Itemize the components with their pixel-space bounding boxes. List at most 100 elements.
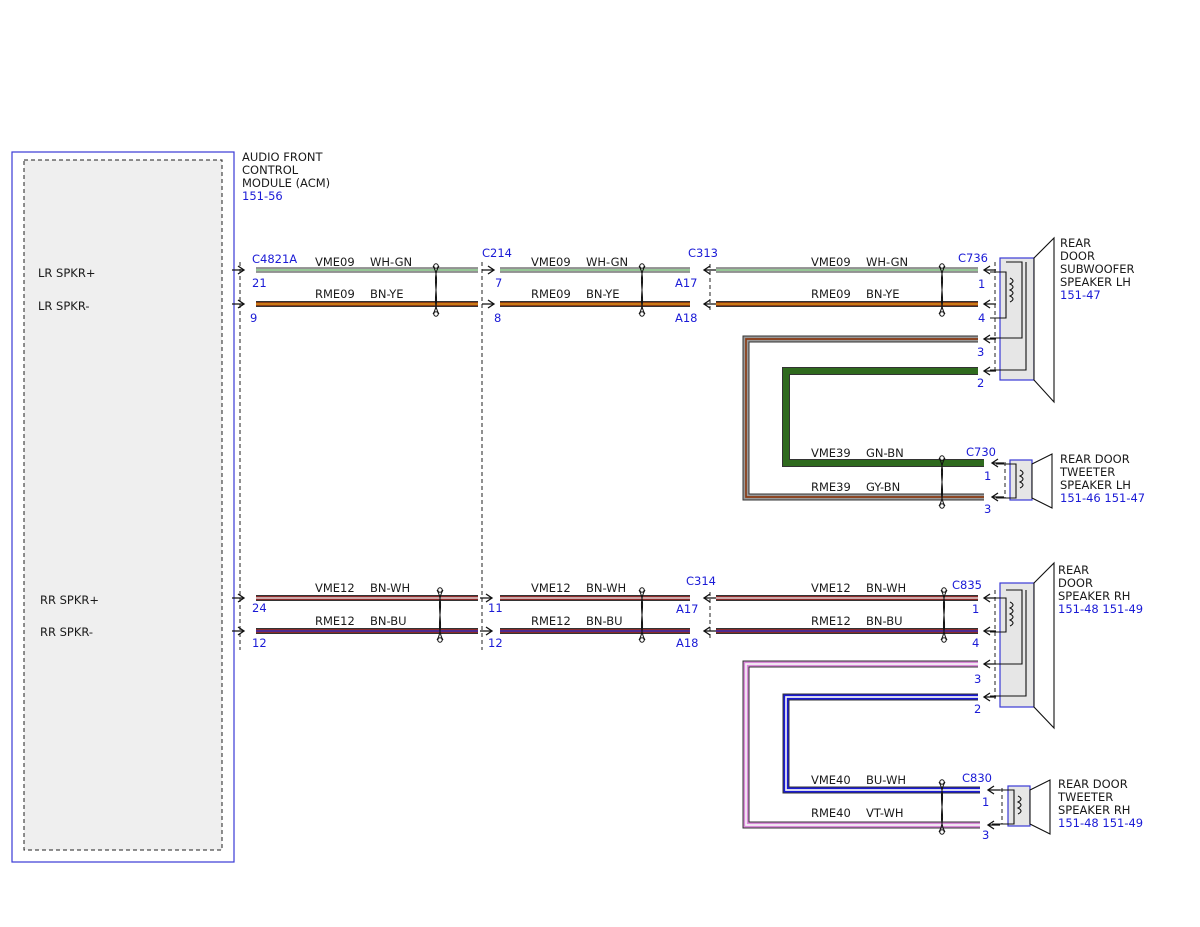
speaker-rh-label-2: DOOR <box>1058 576 1093 590</box>
wire-rme39[interactable] <box>742 335 984 501</box>
pin-c736-1: 1 <box>978 277 985 291</box>
connector-c314-label[interactable]: C314 <box>686 574 716 588</box>
circuit-rme12-seg1: RME12 <box>315 614 355 628</box>
circuit-gnbn: GN-BN <box>866 446 904 460</box>
twist-lr-tweeter-end-1 <box>939 503 945 509</box>
arrow-c214-7 <box>482 265 496 275</box>
acm-module-body <box>23 159 223 851</box>
connector-c214-label[interactable]: C214 <box>482 246 512 260</box>
circuit-rme40: RME40 <box>811 806 851 820</box>
pin-c4821a-24: 24 <box>252 601 267 615</box>
pin-c313-a17: A17 <box>675 276 698 290</box>
twist-rr-seg3-end-0 <box>941 587 947 593</box>
circuit-rme12-seg2: RME12 <box>531 614 571 628</box>
pin-c736-4: 4 <box>978 311 985 325</box>
tweeter-rh-label-3: SPEAKER RH <box>1058 803 1130 817</box>
twist-lr-seg2-end-1 <box>639 311 645 317</box>
circuit-vme12-seg3: VME12 <box>811 581 851 595</box>
pin-c214-7: 7 <box>495 276 502 290</box>
circuit-vme39: VME39 <box>811 446 851 460</box>
twist-rr-seg2-end-0 <box>639 587 645 593</box>
pin-c4821a-21: 21 <box>252 276 267 290</box>
twist-rr-seg1-end-1 <box>437 637 443 643</box>
twist-rr-seg2-end-1 <box>639 637 645 643</box>
tweeter-lh-label-3: SPEAKER LH <box>1060 478 1131 492</box>
circuit-rme09-seg2: RME09 <box>531 287 571 301</box>
connector-c730-label[interactable]: C730 <box>966 445 996 459</box>
circuit-vme12-seg1: VME12 <box>315 581 355 595</box>
connector-c830-label[interactable]: C830 <box>962 771 992 785</box>
arrow-c736-1 <box>982 265 996 275</box>
wire-rme40[interactable] <box>742 660 980 829</box>
pin-label-rr-spkr-plus: RR SPKR+ <box>40 593 99 607</box>
twist-lr-seg3-end-0 <box>939 263 945 269</box>
circuit-rme39: RME39 <box>811 480 851 494</box>
pin-c730-3: 3 <box>984 502 991 516</box>
speaker-rh-ref[interactable]: 151-48 151-49 <box>1058 602 1143 616</box>
circuit-bnwh-seg3: BN-WH <box>866 581 906 595</box>
pin-c214-11: 11 <box>488 601 503 615</box>
pin-c830-3: 3 <box>982 828 989 842</box>
circuit-buwh: BU-WH <box>866 773 906 787</box>
pin-c4821a-12: 12 <box>252 636 267 650</box>
circuit-bnbu-seg3: BN-BU <box>866 614 903 628</box>
pin-c214-12: 12 <box>488 636 503 650</box>
subwoofer-lh-label-4: SPEAKER LH <box>1060 275 1131 289</box>
subwoofer-lh-label-1: REAR <box>1060 236 1091 250</box>
tweeter-lh-label-2: TWEETER <box>1059 465 1115 479</box>
circuit-rme09-seg3: RME09 <box>811 287 851 301</box>
pin-c835-3: 3 <box>974 672 981 686</box>
circuit-bnye-seg3: BN-YE <box>866 287 900 301</box>
pin-c736-3: 3 <box>977 345 984 359</box>
twist-rr-tweeter-end-0 <box>939 779 945 785</box>
tweeter-rh-speaker[interactable] <box>992 779 1051 835</box>
circuit-bnbu-seg2: BN-BU <box>586 614 623 628</box>
pin-label-rr-spkr-minus: RR SPKR- <box>40 625 93 639</box>
arrow-c730-3 <box>990 492 1004 502</box>
acm-module-ref[interactable]: 151-56 <box>242 189 283 203</box>
circuit-bnwh-seg2: BN-WH <box>586 581 626 595</box>
wiring-diagram: AUDIO FRONT CONTROL MODULE (ACM) 151-56 … <box>11 150 1145 863</box>
circuit-bnwh-seg1: BN-WH <box>370 581 410 595</box>
circuit-vme40: VME40 <box>811 773 851 787</box>
pin-c730-1: 1 <box>984 469 991 483</box>
circuit-gybn: GY-BN <box>866 480 900 494</box>
subwoofer-lh-ref[interactable]: 151-47 <box>1060 288 1101 302</box>
connector-c313-label[interactable]: C313 <box>688 246 718 260</box>
twist-rr-seg1-end-0 <box>437 587 443 593</box>
arrow-c835-2 <box>982 692 996 702</box>
circuit-vme09-seg1: VME09 <box>315 255 355 269</box>
connector-c736-label[interactable]: C736 <box>958 251 988 265</box>
connector-c4821a-label[interactable]: C4821A <box>252 252 297 266</box>
speaker-rh-label-3: SPEAKER RH <box>1058 589 1130 603</box>
circuit-rme09-seg1: RME09 <box>315 287 355 301</box>
subwoofer-lh-label-3: SUBWOOFER <box>1060 262 1135 276</box>
connector-c835-label[interactable]: C835 <box>952 578 982 592</box>
arrow-c736-2 <box>982 366 996 376</box>
pin-c736-2: 2 <box>977 376 984 390</box>
speaker-rh-label-1: REAR <box>1058 563 1089 577</box>
circuit-whgn-seg2: WH-GN <box>586 255 628 269</box>
speaker-rh[interactable] <box>990 561 1055 730</box>
pin-c214-8: 8 <box>494 311 501 325</box>
arrow-c736-4 <box>982 299 996 309</box>
acm-module-name-1: AUDIO FRONT <box>242 150 323 164</box>
twist-lr-tweeter-end-0 <box>939 455 945 461</box>
twist-lr-seg1-end-0 <box>433 263 439 269</box>
acm-module-name-2: CONTROL <box>242 163 299 177</box>
tweeter-lh-ref[interactable]: 151-46 151-47 <box>1060 491 1145 505</box>
pin-c314-a18: A18 <box>676 636 699 650</box>
arrow-c730-1 <box>990 458 1004 468</box>
pin-label-lr-spkr-minus: LR SPKR- <box>38 299 90 313</box>
subwoofer-lh-speaker[interactable] <box>990 236 1055 404</box>
pin-c314-a17: A17 <box>676 602 699 616</box>
pin-c835-2: 2 <box>974 702 981 716</box>
twist-lr-seg3-end-1 <box>939 311 945 317</box>
circuit-whgn-seg1: WH-GN <box>370 255 412 269</box>
tweeter-lh-speaker[interactable] <box>996 453 1053 509</box>
marks <box>232 263 1004 835</box>
pin-label-lr-spkr-plus: LR SPKR+ <box>38 266 95 280</box>
tweeter-rh-ref[interactable]: 151-48 151-49 <box>1058 816 1143 830</box>
arrow-c736-3 <box>982 334 996 344</box>
arrow-c835-4 <box>982 626 996 636</box>
